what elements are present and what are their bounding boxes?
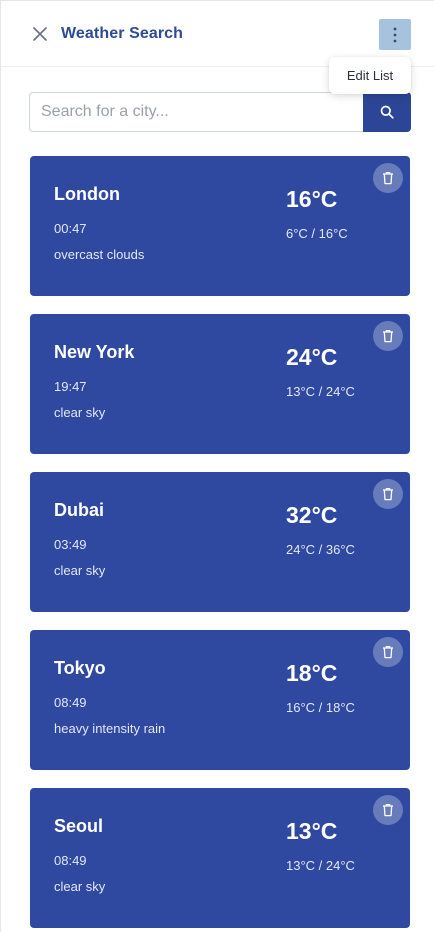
delete-button[interactable] bbox=[373, 321, 403, 351]
city-name: London bbox=[54, 184, 120, 204]
current-temp: 16°C bbox=[286, 186, 338, 212]
local-time: 08:49 bbox=[54, 695, 87, 710]
weather-description: overcast clouds bbox=[54, 247, 145, 262]
search-bar bbox=[29, 92, 411, 132]
close-button[interactable] bbox=[27, 21, 53, 47]
trash-icon bbox=[383, 171, 393, 185]
local-time: 03:49 bbox=[54, 537, 87, 552]
weather-description: clear sky bbox=[54, 405, 106, 420]
menu-item-edit-list[interactable]: Edit List bbox=[347, 68, 393, 83]
weather-app: Weather Search Edit List London 00:47 ov… bbox=[0, 0, 434, 932]
weather-description: heavy intensity rain bbox=[54, 721, 166, 736]
current-temp: 18°C bbox=[286, 660, 338, 686]
weather-card[interactable]: Seoul 08:49 clear sky 13°C 13°C / 24°C bbox=[30, 788, 410, 928]
options-menu: Edit List bbox=[329, 57, 411, 94]
trash-icon bbox=[383, 329, 393, 343]
more-vertical-icon bbox=[393, 27, 397, 42]
delete-button[interactable] bbox=[373, 637, 403, 667]
page-title: Weather Search bbox=[61, 25, 184, 42]
current-temp: 24°C bbox=[286, 344, 338, 370]
city-name: Tokyo bbox=[54, 658, 106, 678]
city-name: Dubai bbox=[54, 500, 105, 520]
search-icon bbox=[380, 105, 394, 119]
delete-button[interactable] bbox=[373, 795, 403, 825]
current-temp: 32°C bbox=[286, 502, 338, 528]
delete-button[interactable] bbox=[373, 479, 403, 509]
local-time: 00:47 bbox=[54, 221, 87, 236]
trash-icon bbox=[383, 645, 393, 659]
temp-range: 16°C / 18°C bbox=[286, 700, 355, 715]
temp-range: 13°C / 24°C bbox=[286, 384, 355, 399]
temp-range: 24°C / 36°C bbox=[286, 542, 355, 557]
weather-card[interactable]: New York 19:47 clear sky 24°C 13°C / 24°… bbox=[30, 314, 410, 454]
temp-range: 13°C / 24°C bbox=[286, 858, 355, 873]
city-name: Seoul bbox=[54, 816, 104, 836]
weather-card[interactable]: Dubai 03:49 clear sky 32°C 24°C / 36°C bbox=[30, 472, 410, 612]
close-icon bbox=[33, 27, 47, 41]
delete-button[interactable] bbox=[373, 163, 403, 193]
weather-card[interactable]: Tokyo 08:49 heavy intensity rain 18°C 16… bbox=[30, 630, 410, 770]
current-temp: 13°C bbox=[286, 818, 338, 844]
local-time: 19:47 bbox=[54, 379, 87, 394]
search-button[interactable] bbox=[363, 92, 411, 132]
weather-description: clear sky bbox=[54, 563, 106, 578]
temp-range: 6°C / 16°C bbox=[286, 226, 348, 241]
trash-icon bbox=[383, 487, 393, 501]
weather-card[interactable]: London 00:47 overcast clouds 16°C 6°C / … bbox=[30, 156, 410, 296]
local-time: 08:49 bbox=[54, 853, 87, 868]
weather-description: clear sky bbox=[54, 879, 106, 894]
city-name: New York bbox=[54, 342, 135, 362]
more-menu-button[interactable] bbox=[379, 19, 411, 50]
trash-icon bbox=[383, 803, 393, 817]
search-input[interactable] bbox=[29, 92, 363, 132]
